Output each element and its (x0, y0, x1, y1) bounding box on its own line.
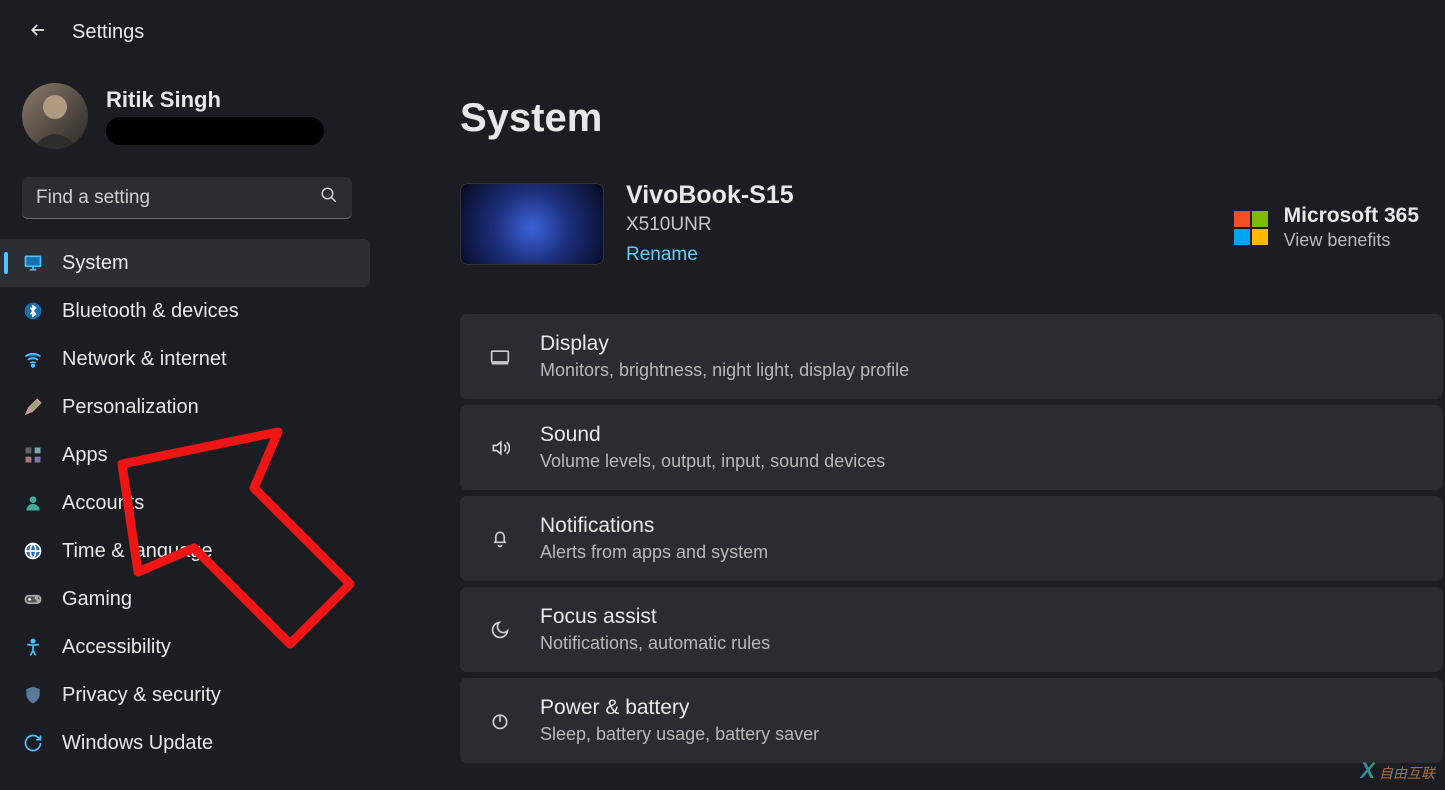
m365-subtitle: View benefits (1284, 230, 1419, 251)
display-icon (486, 347, 514, 367)
back-button[interactable] (28, 20, 48, 45)
microsoft-365-link[interactable]: Microsoft 365 View benefits (1234, 204, 1419, 251)
card-subtitle: Sleep, battery usage, battery saver (540, 724, 819, 745)
bell-icon (486, 529, 514, 549)
shield-icon (22, 684, 44, 706)
sound-icon (486, 438, 514, 458)
card-title: Focus assist (540, 605, 770, 629)
gamepad-icon (22, 588, 44, 610)
sidebar-item-time[interactable]: Time & language (0, 527, 370, 575)
settings-card-display[interactable]: Display Monitors, brightness, night ligh… (460, 314, 1443, 399)
sidebar-item-label: Privacy & security (62, 684, 221, 707)
m365-title: Microsoft 365 (1284, 204, 1419, 228)
settings-cards-list: Display Monitors, brightness, night ligh… (460, 314, 1445, 763)
sidebar-item-apps[interactable]: Apps (0, 431, 370, 479)
settings-card-sound[interactable]: Sound Volume levels, output, input, soun… (460, 405, 1443, 490)
search-icon (320, 186, 338, 209)
accessibility-icon (22, 636, 44, 658)
monitor-icon (22, 252, 44, 274)
device-thumbnail (460, 183, 604, 265)
sidebar-item-accounts[interactable]: Accounts (0, 479, 370, 527)
device-model: X510UNR (626, 214, 794, 236)
page-title: Settings (72, 21, 144, 44)
card-subtitle: Volume levels, output, input, sound devi… (540, 451, 885, 472)
sidebar-item-accessibility[interactable]: Accessibility (0, 623, 370, 671)
sidebar-item-gaming[interactable]: Gaming (0, 575, 370, 623)
card-title: Display (540, 332, 909, 356)
settings-card-power[interactable]: Power & battery Sleep, battery usage, ba… (460, 678, 1443, 763)
settings-card-focus[interactable]: Focus assist Notifications, automatic ru… (460, 587, 1443, 672)
user-name: Ritik Singh (106, 87, 324, 113)
sidebar-item-personalization[interactable]: Personalization (0, 383, 370, 431)
sidebar-item-label: Apps (62, 444, 108, 467)
bluetooth-icon (22, 300, 44, 322)
device-name: VivoBook-S15 (626, 181, 794, 210)
rename-link[interactable]: Rename (626, 244, 794, 266)
sidebar-item-label: Personalization (62, 396, 199, 419)
sidebar-item-label: Bluetooth & devices (62, 300, 239, 323)
sidebar-item-privacy[interactable]: Privacy & security (0, 671, 370, 719)
card-subtitle: Notifications, automatic rules (540, 633, 770, 654)
main-heading: System (460, 96, 1445, 141)
card-title: Sound (540, 423, 885, 447)
microsoft-logo-icon (1234, 211, 1268, 245)
avatar (22, 83, 88, 149)
sidebar-item-update[interactable]: Windows Update (0, 719, 370, 767)
card-title: Notifications (540, 514, 768, 538)
apps-icon (22, 444, 44, 466)
sidebar-item-label: System (62, 252, 129, 275)
globe-icon (22, 540, 44, 562)
sidebar-item-label: Windows Update (62, 732, 213, 755)
sidebar-item-label: Gaming (62, 588, 132, 611)
sidebar-item-bluetooth[interactable]: Bluetooth & devices (0, 287, 370, 335)
sidebar-item-system[interactable]: System (0, 239, 370, 287)
card-title: Power & battery (540, 696, 819, 720)
search-input-container[interactable] (22, 177, 352, 219)
update-icon (22, 732, 44, 754)
wifi-icon (22, 348, 44, 370)
settings-card-notifications[interactable]: Notifications Alerts from apps and syste… (460, 496, 1443, 581)
search-input[interactable] (36, 187, 320, 209)
person-icon (22, 492, 44, 514)
card-subtitle: Alerts from apps and system (540, 542, 768, 563)
sidebar-item-network[interactable]: Network & internet (0, 335, 370, 383)
brush-icon (22, 396, 44, 418)
user-email-redacted (106, 117, 324, 145)
watermark: X自由互联 (1360, 758, 1435, 784)
sidebar-item-label: Time & language (62, 540, 212, 563)
sidebar-item-label: Accounts (62, 492, 144, 515)
moon-icon (486, 620, 514, 640)
power-icon (486, 711, 514, 731)
card-subtitle: Monitors, brightness, night light, displ… (540, 360, 909, 381)
sidebar-item-label: Accessibility (62, 636, 171, 659)
sidebar-item-label: Network & internet (62, 348, 227, 371)
